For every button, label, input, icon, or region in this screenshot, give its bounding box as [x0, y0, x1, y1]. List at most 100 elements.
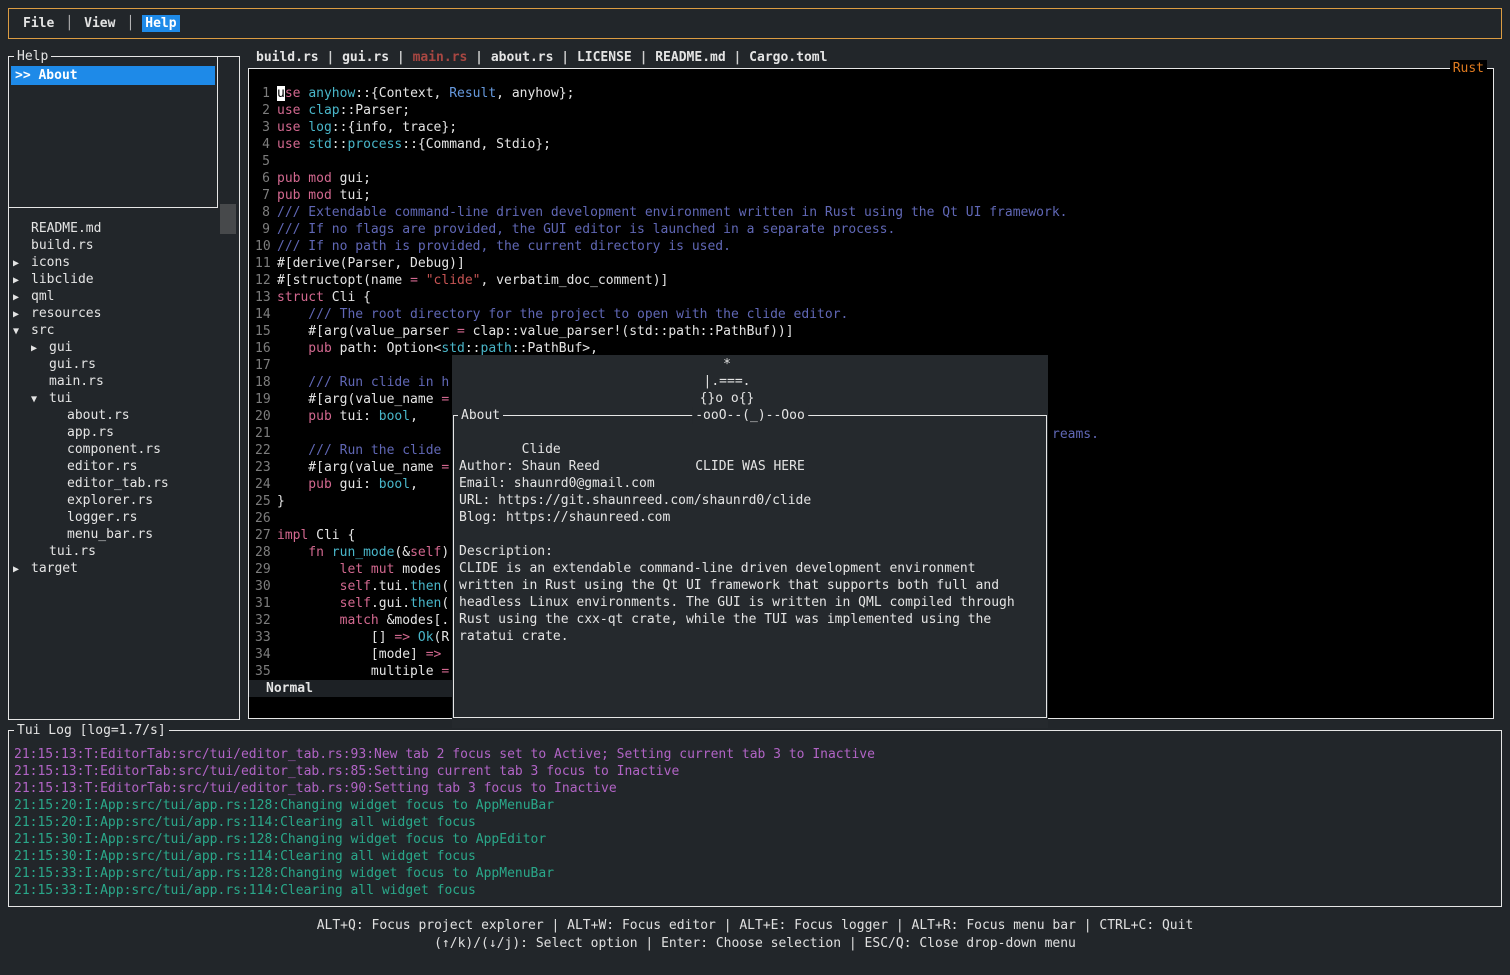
tree-item-label: about.rs	[67, 407, 130, 424]
tree-item-label: resources	[31, 305, 101, 322]
tree-item-qml[interactable]: ▶qml	[9, 288, 239, 305]
tree-item-label: qml	[31, 288, 54, 305]
tree-item-about.rs[interactable]: about.rs	[9, 407, 239, 424]
line-number: 13	[255, 289, 270, 306]
tree-item-explorer.rs[interactable]: explorer.rs	[9, 492, 239, 509]
tree-item-README.md[interactable]: README.md	[9, 220, 239, 237]
tree-item-label: icons	[31, 254, 70, 271]
line-number: 12	[255, 272, 270, 289]
about-info-line: Author: Shaun Reed	[459, 458, 1041, 475]
tree-item-label: menu_bar.rs	[67, 526, 153, 543]
tree-item-label: tui.rs	[49, 543, 96, 560]
tree-item-resources[interactable]: ▶resources	[9, 305, 239, 322]
log-line: 21:15:30:I:App:src/tui/app.rs:128:Changi…	[14, 831, 546, 848]
menu-help[interactable]: Help	[142, 15, 179, 32]
code-line[interactable]: 9/// If no flags are provided, the GUI e…	[249, 221, 1493, 238]
line-number: 21	[255, 425, 270, 442]
clipped-comment-tail: reams.	[1052, 426, 1099, 443]
line-number: 11	[255, 255, 270, 272]
tab-Cargo.toml[interactable]: Cargo.toml	[749, 50, 827, 65]
help-dropdown-menu: Help >> About	[8, 56, 218, 208]
tab-LICENSE[interactable]: LICENSE	[577, 50, 632, 65]
tab-gui.rs[interactable]: gui.rs	[342, 50, 389, 65]
line-number: 9	[255, 221, 270, 238]
tree-item-libclide[interactable]: ▶ libclide	[9, 271, 239, 288]
code-line[interactable]: 4use std::process::{Command, Stdio};	[249, 136, 1493, 153]
ascii-art-monkey: * |.===. {}o o{}	[700, 356, 755, 407]
tree-item-gui.rs[interactable]: gui.rs	[9, 356, 239, 373]
tree-item-gui[interactable]: ▶gui	[9, 339, 239, 356]
tree-item-app.rs[interactable]: app.rs	[9, 424, 239, 441]
chevron-collapsed-icon: ▶	[13, 561, 19, 578]
line-number: 25	[255, 493, 270, 510]
code-line[interactable]: 8/// Extendable command-line driven deve…	[249, 204, 1493, 221]
tree-item-label: tui	[49, 390, 72, 407]
log-line: 21:15:13:T:EditorTab:src/tui/editor_tab.…	[14, 746, 875, 763]
code-line[interactable]: 12#[structopt(name = "clide", verbatim_d…	[249, 272, 1493, 289]
code-line[interactable]: 2use clap::Parser;	[249, 102, 1493, 119]
code-line[interactable]: 14 /// The root directory for the projec…	[249, 306, 1493, 323]
menu-view[interactable]: View	[81, 15, 118, 32]
code-line[interactable]: 1use anyhow::{Context, Result, anyhow};	[249, 85, 1493, 102]
tab-separator: |	[553, 50, 576, 65]
tree-item-editor_tab.rs[interactable]: editor_tab.rs	[9, 475, 239, 492]
tree-item-tui.rs[interactable]: tui.rs	[9, 543, 239, 560]
tree-item-editor.rs[interactable]: editor.rs	[9, 458, 239, 475]
menu-option-about[interactable]: >> About	[11, 66, 215, 85]
chevron-expanded-icon: ▼	[31, 391, 37, 408]
line-number: 10	[255, 238, 270, 255]
tree-item-component.rs[interactable]: component.rs	[9, 441, 239, 458]
chevron-collapsed-icon: ▶	[13, 272, 19, 289]
line-number: 28	[255, 544, 270, 561]
tab-build.rs[interactable]: build.rs	[256, 50, 319, 65]
tree-item-src[interactable]: ▼src	[9, 322, 239, 339]
line-number: 34	[255, 646, 270, 663]
chevron-collapsed-icon: ▶	[31, 340, 37, 357]
help-dropdown-title: Help	[14, 48, 51, 65]
code-line[interactable]: 3use log::{info, trace};	[249, 119, 1493, 136]
tab-separator: |	[319, 50, 342, 65]
tab-main.rs[interactable]: main.rs	[413, 50, 468, 65]
menu-items: File│View│Help	[20, 15, 180, 32]
tree-item-label: explorer.rs	[67, 492, 153, 509]
code-line[interactable]: 15 #[arg(value_parser = clap::value_pars…	[249, 323, 1493, 340]
line-number: 31	[255, 595, 270, 612]
menu-separator: │	[57, 16, 81, 31]
tree-item-icons[interactable]: ▶ icons	[9, 254, 239, 271]
line-number: 22	[255, 442, 270, 459]
tree-item-build.rs[interactable]: build.rs	[9, 237, 239, 254]
about-info-line	[459, 441, 1041, 458]
tree-item-menu_bar.rs[interactable]: menu_bar.rs	[9, 526, 239, 543]
tab-README.md[interactable]: README.md	[655, 50, 725, 65]
tree-item-target[interactable]: ▶target	[9, 560, 239, 577]
code-line[interactable]: 5	[249, 153, 1493, 170]
code-line[interactable]: 13struct Cli {	[249, 289, 1493, 306]
code-line[interactable]: 10/// If no path is provided, the curren…	[249, 238, 1493, 255]
about-info-line: Email: shaunrd0@gmail.com	[459, 475, 1041, 492]
line-number: 33	[255, 629, 270, 646]
tree-item-main.rs[interactable]: main.rs	[9, 373, 239, 390]
tree-item-label: README.md	[31, 220, 101, 237]
clide-tui-window: File│View│Help README.mdbuild.rs▶icons▶l…	[0, 0, 1510, 975]
keybindings-line1: ALT+Q: Focus project explorer | ALT+W: F…	[0, 917, 1510, 935]
tree-item-logger.rs[interactable]: logger.rs	[9, 509, 239, 526]
tab-separator: |	[726, 50, 749, 65]
code-line[interactable]: 7pub mod tui;	[249, 187, 1493, 204]
explorer-scrollbar-thumb[interactable]	[220, 204, 236, 234]
code-line[interactable]: 11#[derive(Parser, Debug)]	[249, 255, 1493, 272]
tree-item-label: app.rs	[67, 424, 114, 441]
chevron-collapsed-icon: ▶	[13, 255, 19, 272]
line-number: 26	[255, 510, 270, 527]
menu-file[interactable]: File	[20, 15, 57, 32]
code-line[interactable]: 6pub mod gui;	[249, 170, 1493, 187]
tree-item-label: libclide	[31, 271, 94, 288]
about-info-line: Description:	[459, 543, 1041, 560]
tree-item-tui[interactable]: ▼ tui	[9, 390, 239, 407]
chevron-expanded-icon: ▼	[13, 323, 19, 340]
about-info-line: written in Rust using the Qt UI framewor…	[459, 577, 1041, 594]
tab-about.rs[interactable]: about.rs	[491, 50, 554, 65]
line-number: 7	[255, 187, 270, 204]
line-number: 5	[255, 153, 270, 170]
about-info-line: Blog: https://shaunreed.com	[459, 509, 1041, 526]
keybindings-line2: (↑/k)/(↓/j): Select option | Enter: Choo…	[0, 935, 1510, 953]
